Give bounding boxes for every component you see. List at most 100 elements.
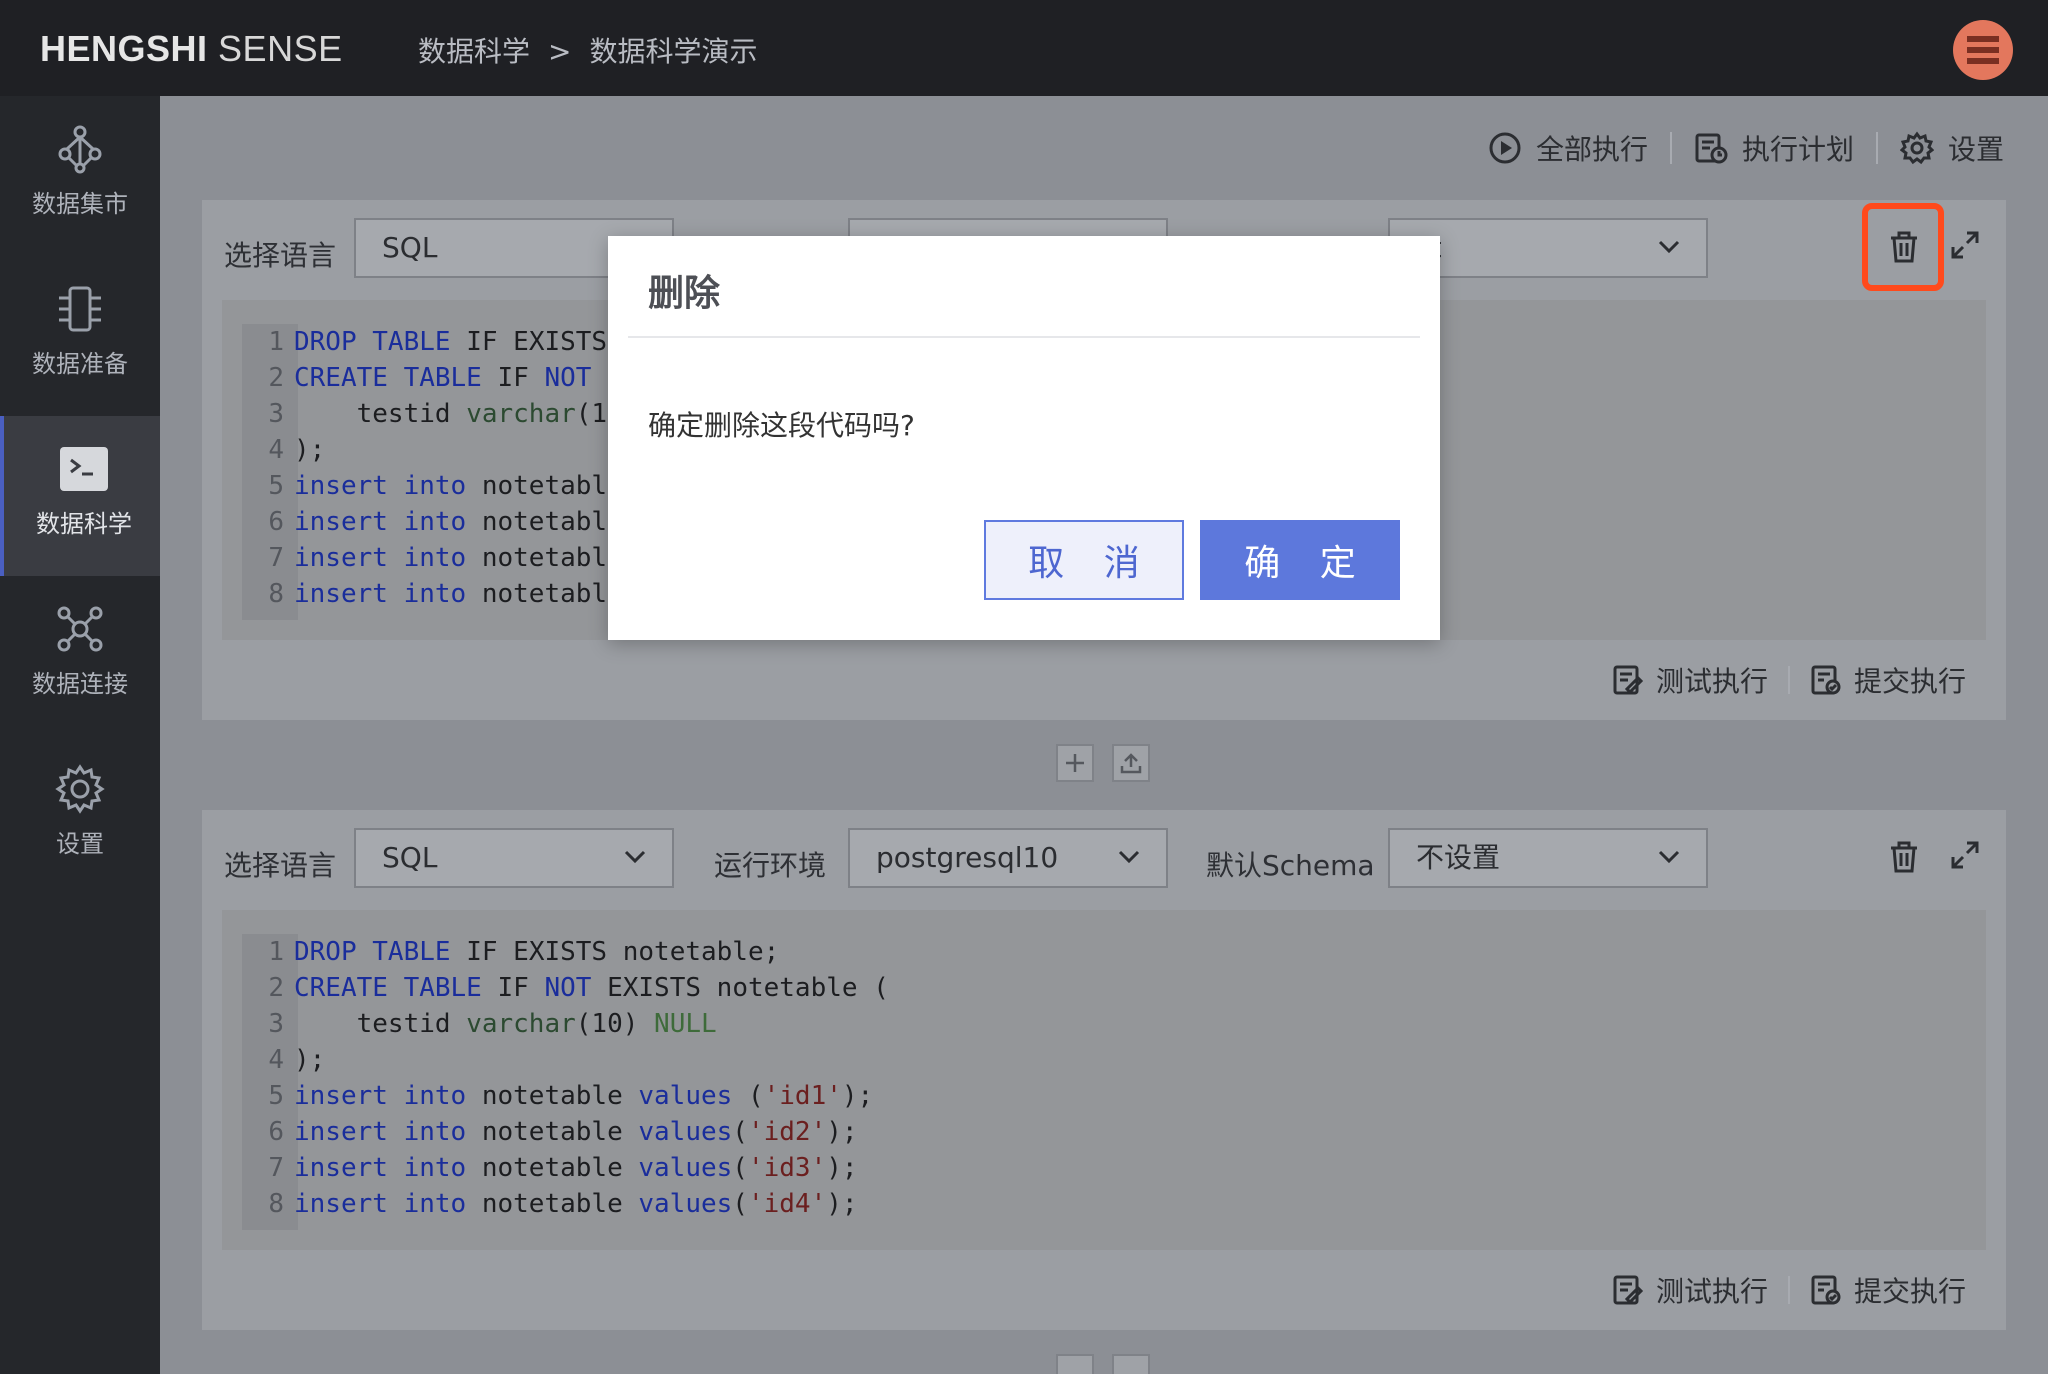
submit-run-icon (1811, 1275, 1841, 1305)
code-editor[interactable]: 1 DROP TABLE IF EXISTS notetable; 2 CREATE … (222, 910, 1986, 1250)
upload-block-button[interactable] (1112, 744, 1150, 782)
brand-logo[interactable]: HENGSHI SENSE (40, 28, 343, 70)
code-line: 6 insert into notetable (242, 504, 623, 540)
data-connect-icon (57, 606, 103, 652)
chevron-down-icon (624, 850, 646, 864)
code-token: values (638, 1189, 733, 1219)
code-token: notetable (466, 1081, 639, 1111)
test-run-label: 测试执行 (1655, 665, 1768, 698)
sidebar-item-label: 数据准备 (32, 350, 128, 378)
delete-dialog: 删除 确定删除这段代码吗? 取 消 确 定 (608, 236, 1440, 640)
line-number: 7 (268, 543, 284, 573)
delete-button[interactable] (1889, 840, 1919, 878)
line-number: 2 (268, 363, 284, 393)
environment-select-value: postgresql10 (876, 841, 1059, 874)
settings-button[interactable]: 设置 (1878, 128, 2026, 168)
cancel-button[interactable]: 取 消 (984, 520, 1184, 600)
code-token: ); (294, 1045, 326, 1075)
line-number: 1 (268, 937, 284, 967)
submit-run-button[interactable]: 提交执行 (1790, 1270, 1986, 1310)
code-token: IF (481, 363, 545, 393)
language-select[interactable]: SQL (354, 828, 674, 888)
breadcrumb-separator: > (548, 35, 572, 68)
code-line: 4); (242, 1042, 889, 1078)
code-line: 2 CREATE TABLE IF NOT EXISTS notetable ( (242, 970, 889, 1006)
code-token: values (638, 1081, 733, 1111)
trash-icon (1891, 841, 1917, 873)
submit-run-label: 提交执行 (1853, 665, 1966, 698)
code-token: notetable (466, 1153, 639, 1183)
sidebar: 数据集市 数据准备 数据科学 数据连接 设置 (0, 96, 160, 1374)
sidebar-item-data-science[interactable]: 数据科学 (0, 416, 160, 576)
code-token: 'id4' (747, 1189, 827, 1219)
code-line: 8 insert into notetable values('id4'); (242, 1186, 889, 1222)
data-mart-icon (58, 125, 102, 174)
expand-button[interactable] (1950, 840, 1980, 874)
code-token: insert into (294, 543, 467, 573)
code-token: NULL (654, 1009, 717, 1039)
gear-icon (55, 764, 105, 814)
code-token: insert into (294, 1153, 467, 1183)
sidebar-item-settings[interactable]: 设置 (0, 736, 160, 896)
language-label: 选择语言 (224, 849, 337, 882)
code-line: 8 insert into notetable (242, 576, 623, 612)
confirm-button[interactable]: 确 定 (1200, 520, 1400, 600)
dialog-title: 删除 (648, 273, 721, 314)
line-number: 4 (268, 1045, 284, 1075)
panel-insert-controls (1056, 744, 1150, 782)
code-line: 1 DROP TABLE IF EXISTS (242, 324, 623, 360)
code-token: varchar (466, 1009, 576, 1039)
line-number: 8 (268, 1189, 284, 1219)
add-block-button[interactable] (1056, 744, 1094, 782)
test-run-label: 测试执行 (1655, 1275, 1768, 1308)
chevron-down-icon (1658, 240, 1680, 254)
expand-button[interactable] (1950, 230, 1980, 264)
run-all-button[interactable]: 全部执行 (1466, 128, 1670, 168)
breadcrumb-current: 数据科学演示 (589, 35, 758, 68)
add-block-button[interactable] (1056, 1354, 1094, 1374)
panel-actions: 测试执行 提交执行 (1592, 660, 1986, 700)
schedule-button[interactable]: 执行计划 (1672, 128, 1876, 168)
code-token: IF EXISTS notetable; (450, 937, 780, 967)
line-number: 7 (268, 1153, 284, 1183)
language-select-value: SQL (382, 841, 438, 874)
code-panel-2: 选择语言 SQL 运行环境 postgresql10 默认Schema 不设置 … (202, 810, 2006, 1330)
code-token: NOT (544, 363, 592, 393)
sidebar-item-data-mart[interactable]: 数据集市 (0, 96, 160, 256)
test-run-icon (1613, 1275, 1644, 1305)
line-number: 4 (268, 435, 284, 465)
code-token: 'id1' (763, 1081, 842, 1111)
environment-select[interactable]: postgresql10 (848, 828, 1168, 888)
code-token: IF EXISTS (450, 327, 623, 357)
line-number: 3 (268, 399, 284, 429)
test-run-button[interactable]: 测试执行 (1592, 1270, 1788, 1310)
code-token: ); (826, 1189, 858, 1219)
line-number: 6 (268, 1117, 284, 1147)
sidebar-item-data-connect[interactable]: 数据连接 (0, 576, 160, 736)
dialog-message: 确定删除这段代码吗? (648, 409, 915, 442)
sidebar-item-data-prep[interactable]: 数据准备 (0, 256, 160, 416)
code-token: ( (732, 1081, 764, 1111)
code-line: 2CREATE TABLE IF NOT E (242, 360, 622, 396)
code-token: varchar (466, 399, 576, 429)
avatar[interactable] (1953, 20, 2013, 80)
code-token: ); (841, 1081, 874, 1111)
language-label: 选择语言 (224, 239, 337, 272)
code-token: insert into (294, 507, 467, 537)
breadcrumb-root[interactable]: 数据科学 (418, 30, 530, 70)
code-token: notetable (466, 1117, 639, 1147)
code-token: ); (294, 435, 326, 465)
submit-run-button[interactable]: 提交执行 (1790, 660, 1986, 700)
line-number: 3 (268, 1009, 284, 1039)
submit-run-icon (1811, 665, 1841, 695)
code-token: DROP TABLE (294, 327, 451, 357)
gear-icon (1899, 131, 1934, 165)
expand-icon (1951, 841, 1979, 869)
upload-block-button[interactable] (1112, 1354, 1150, 1374)
schema-select[interactable]: 不设置 (1388, 828, 1708, 888)
code-token: ); (826, 1117, 858, 1147)
test-run-button[interactable]: 测试执行 (1592, 660, 1788, 700)
line-number: 5 (268, 471, 284, 501)
data-prep-icon (59, 286, 101, 332)
settings-label: 设置 (1947, 133, 2004, 166)
